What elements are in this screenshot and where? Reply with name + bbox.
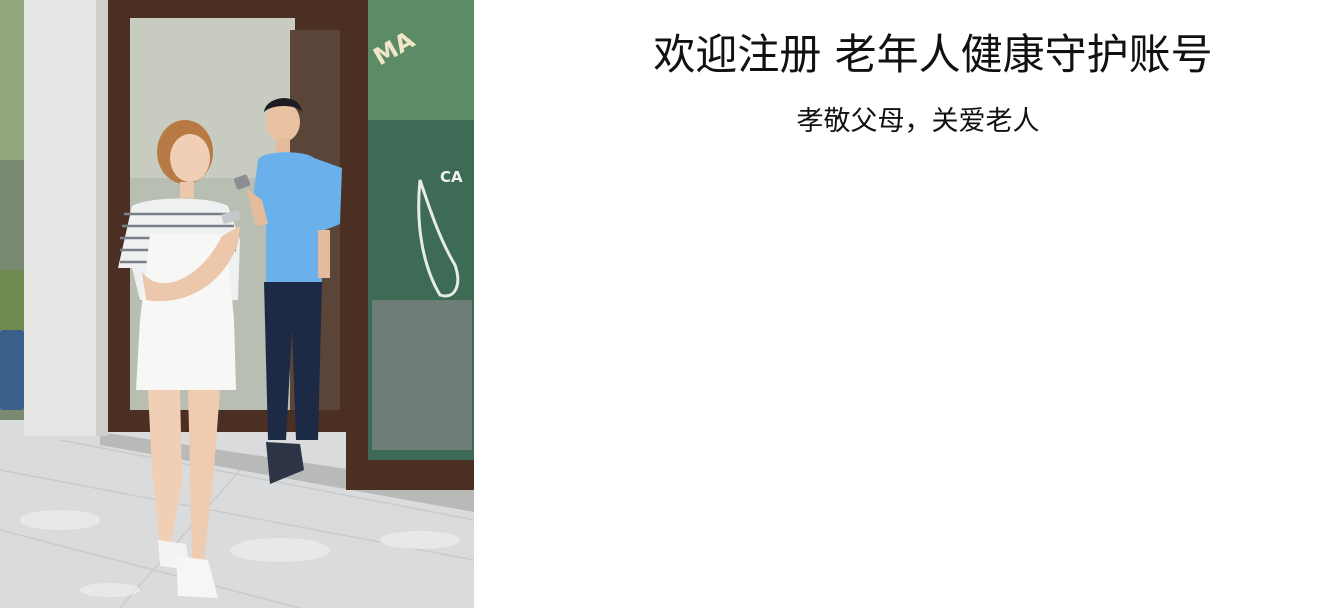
wall-pillar [24, 0, 106, 436]
hero-photo: MA CA [0, 0, 474, 608]
register-page: MA CA 欢迎注册 老年人健康守护账号 孝敬父母，关爱老人 [0, 0, 1340, 608]
page-subtitle: 孝敬父母，关爱老人 [796, 106, 1040, 137]
couple-with-phones-photo: MA CA [0, 0, 474, 608]
shop-sign-bottom: CA [440, 168, 463, 186]
page-title: 欢迎注册 老年人健康守护账号 [653, 30, 1213, 79]
